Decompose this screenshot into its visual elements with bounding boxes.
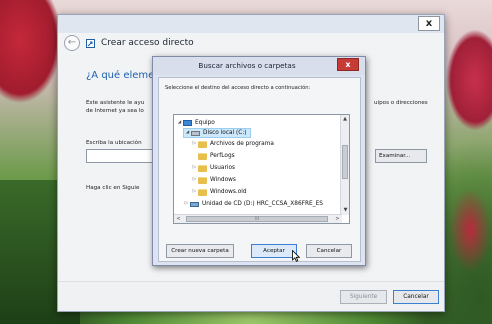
back-arrow-icon[interactable]: ← [64, 35, 80, 51]
tree-item-label: Archivos de programa [210, 141, 274, 147]
scroll-left-icon[interactable]: < [174, 215, 183, 223]
expander-icon[interactable]: ▷ [191, 139, 198, 149]
tree-item-windows[interactable]: ▷ Windows [191, 175, 236, 185]
browse-close-button[interactable]: x [337, 58, 359, 71]
browse-description: Seleccione el destino del acceso directo… [165, 85, 311, 91]
scroll-up-icon[interactable]: ▲ [341, 115, 349, 124]
tree-item-program-files[interactable]: ▷ Archivos de programa [191, 139, 274, 149]
wizard-header: ← Crear acceso directo [64, 35, 194, 51]
expander-icon[interactable]: ▷ [191, 175, 198, 185]
next-button[interactable]: Siguiente [340, 290, 387, 304]
assistant-line-tail: uipos o direcciones [374, 100, 428, 106]
expander-icon[interactable]: ◢ [176, 118, 183, 128]
tree-item-perflogs[interactable]: PerfLogs [191, 151, 235, 161]
tree-item-equipo[interactable]: ◢ Equipo [176, 118, 215, 128]
wizard-cancel-button[interactable]: Cancelar [393, 290, 439, 304]
accept-button[interactable]: Aceptar [251, 244, 297, 258]
tree-item-label: Usuarios [210, 165, 236, 171]
tree-item-local-disk[interactable]: ◢ Disco local (C:) [183, 128, 251, 138]
wizard-titlebar: x [58, 15, 444, 33]
drive-icon [191, 130, 200, 136]
mouse-pointer-icon [292, 247, 301, 262]
browse-titlebar: Buscar archivos o carpetas x [153, 57, 365, 75]
wizard-close-button[interactable]: x [418, 16, 440, 31]
browse-dialog-title: Buscar archivos o carpetas [198, 61, 296, 70]
computer-icon [183, 120, 192, 126]
expander-icon[interactable]: ▷ [191, 187, 198, 197]
vertical-scroll-thumb[interactable] [342, 145, 348, 179]
browse-body: Seleccione el destino del acceso directo… [158, 77, 361, 262]
browse-cancel-button[interactable]: Cancelar [306, 244, 352, 258]
horizontal-scrollbar[interactable]: < III > [174, 214, 342, 223]
location-label: Escriba la ubicación [86, 140, 142, 146]
click-next-text: Haga clic en Siguie [86, 185, 140, 191]
expander-icon[interactable]: ▷ [191, 163, 198, 173]
question-heading: ¿A qué elemen [86, 70, 161, 81]
cd-drive-icon [190, 201, 199, 207]
folder-icon [198, 140, 207, 148]
scroll-right-icon[interactable]: > [333, 215, 342, 223]
tree-item-users[interactable]: ▷ Usuarios [191, 163, 235, 173]
tree-item-label: Windows.old [210, 189, 247, 195]
new-folder-button[interactable]: Crear nueva carpeta [166, 244, 234, 258]
folder-icon [198, 152, 207, 160]
folder-icon [198, 164, 207, 172]
folder-icon [198, 188, 207, 196]
tree-item-label: Unidad de CD (D:) HRC_CCSA_X86FRE_ES [202, 201, 323, 207]
tree-item-cd-drive[interactable]: ▷ Unidad de CD (D:) HRC_CCSA_X86FRE_ES [183, 199, 323, 209]
tree-item-label: PerfLogs [210, 153, 235, 159]
tree-item-label: Disco local (C:) [203, 130, 247, 136]
folder-tree[interactable]: ◢ Equipo ◢ Disco local (C:) ▷ Archivos d… [173, 114, 350, 224]
tree-item-windows-old[interactable]: ▷ Windows.old [191, 187, 247, 197]
wizard-footer: Siguiente Cancelar [58, 281, 444, 311]
tree-item-label: Windows [210, 177, 236, 183]
expander-icon[interactable]: ▷ [183, 199, 190, 209]
folder-icon [198, 176, 207, 184]
horizontal-scroll-thumb[interactable]: III [186, 216, 328, 222]
browse-folder-dialog: Buscar archivos o carpetas x Seleccione … [152, 56, 366, 266]
wizard-title: Crear acceso directo [101, 38, 194, 48]
shortcut-icon [86, 38, 95, 48]
scroll-down-icon[interactable]: ▼ [341, 206, 349, 215]
vertical-scrollbar[interactable]: ▲ ▼ [340, 115, 349, 215]
tree-item-label: Equipo [195, 120, 215, 126]
expander-icon[interactable]: ◢ [184, 128, 191, 138]
browse-button[interactable]: Examinar... [375, 149, 427, 163]
